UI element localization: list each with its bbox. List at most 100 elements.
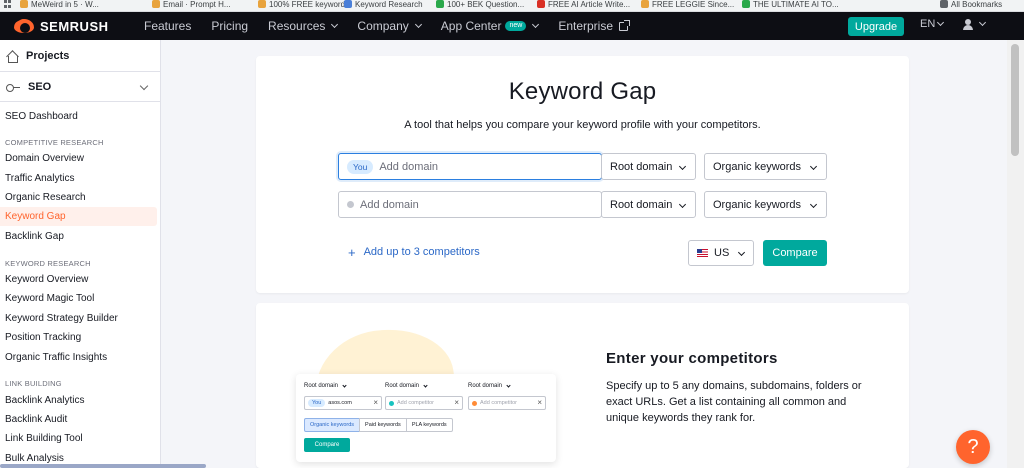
user-menu[interactable] [962, 17, 987, 31]
illustration-label: Root domain [468, 382, 511, 389]
sidebar-item-organic-research[interactable]: Organic Research [0, 188, 157, 207]
close-icon: × [454, 398, 459, 407]
bookmark-favicon-icon [344, 0, 352, 8]
bookmark-8[interactable]: THE ULTIMATE AI TO... [742, 0, 839, 11]
illustration-tab: Paid keywords [359, 418, 407, 432]
nav-app-center[interactable]: App Center new [441, 19, 540, 33]
illustration-input: Add competitor × [468, 396, 546, 410]
chevron-down-icon [331, 20, 339, 29]
chevron-down-icon [342, 382, 347, 388]
chevron-down-icon [423, 382, 428, 388]
your-domain-input[interactable]: You Add domain [338, 153, 602, 180]
illustration-tab: Organic keywords [304, 418, 361, 432]
card2-description: Specify up to 5 any domains, subdomains,… [606, 380, 862, 424]
page-scrollbar[interactable] [1007, 40, 1024, 468]
chevron-down-icon [506, 382, 511, 388]
chevron-down-icon [978, 18, 987, 27]
card2-title: Enter your competitors [606, 350, 778, 367]
semrush-logo[interactable]: SEMRUSH [14, 19, 124, 34]
bookmark-4[interactable]: Keyword Research [344, 0, 423, 11]
seo-toolkit-icon [6, 82, 20, 92]
scrollbar-thumb[interactable] [1011, 44, 1019, 156]
bookmark-favicon-icon [641, 0, 649, 8]
nav-enterprise[interactable]: Enterprise [558, 19, 631, 33]
page-title: Keyword Gap [508, 78, 657, 105]
chevron-down-icon [737, 248, 746, 257]
illustration-label: Root domain [385, 382, 428, 389]
sidebar-item-position-tracking[interactable]: Position Tracking [0, 328, 157, 347]
sidebar-item-backlink-gap[interactable]: Backlink Gap [0, 227, 157, 246]
bookmark-3[interactable]: 100% FREE keyword... [258, 0, 352, 11]
sidebar-horizontal-scrollbar[interactable] [0, 464, 206, 468]
semrush-flame-icon [14, 19, 36, 33]
root-domain-select-1[interactable]: Root domain [601, 153, 696, 180]
help-button[interactable]: ? [956, 430, 990, 464]
illustration-tab: PLA keywords [405, 418, 453, 432]
sidebar-item-domain-overview[interactable]: Domain Overview [0, 149, 157, 168]
sidebar-item-traffic-analytics[interactable]: Traffic Analytics [0, 169, 157, 188]
competitor-dot-icon [389, 400, 394, 406]
illustration-label: Root domain [304, 382, 347, 389]
bookmark-favicon-icon [258, 0, 266, 8]
sidebar-item-link-building-tool[interactable]: Link Building Tool [0, 429, 157, 448]
sidebar-seo[interactable]: SEO [0, 71, 160, 102]
section-link-building: LINK BUILDING [5, 379, 62, 388]
bookmark-favicon-icon [20, 0, 28, 8]
bookmark-favicon-icon [152, 0, 160, 8]
bookmark-favicon-icon [537, 0, 545, 8]
bookmark-1[interactable]: MeWeird in 5 · W... [20, 0, 99, 11]
illustration-input: Add competitor × [385, 396, 463, 410]
plus-icon: + [348, 244, 356, 260]
sidebar-item-keyword-overview[interactable]: Keyword Overview [0, 270, 157, 289]
chevron-down-icon [139, 81, 149, 91]
bookmark-5[interactable]: 100+ BEK Question... [436, 0, 524, 11]
sidebar-item-organic-traffic-insights[interactable]: Organic Traffic Insights [0, 348, 157, 367]
close-icon: × [537, 398, 542, 407]
bookmark-favicon-icon [436, 0, 444, 8]
close-icon: × [373, 398, 378, 407]
section-competitive-research: COMPETITIVE RESEARCH [5, 138, 104, 147]
add-competitors-link[interactable]: + Add up to 3 competitors [348, 244, 480, 260]
all-bookmarks[interactable]: All Bookmarks [940, 0, 1002, 11]
chevron-down-icon [809, 162, 818, 171]
compare-button[interactable]: Compare [763, 240, 827, 266]
bookmark-2[interactable]: Email · Prompt H... [152, 0, 231, 11]
illustration-compare: Compare [304, 438, 350, 452]
chevron-down-icon [678, 162, 687, 171]
chevron-down-icon [937, 18, 945, 27]
competitor-dot-icon [472, 400, 477, 406]
sidebar-projects[interactable]: Projects [0, 40, 160, 71]
illustration-input: You asos.com × [304, 396, 382, 410]
top-navigation: SEMRUSH Features Pricing Resources Compa… [0, 12, 1024, 40]
chevron-down-icon [532, 20, 540, 29]
bookmarks-bar: MeWeird in 5 · W... Email · Prompt H... … [0, 0, 1024, 12]
bookmark-favicon-icon [742, 0, 750, 8]
language-selector[interactable]: EN [920, 18, 945, 30]
sidebar-item-keyword-gap[interactable]: Keyword Gap [0, 207, 157, 226]
nav-pricing[interactable]: Pricing [211, 19, 248, 33]
folder-icon [940, 0, 948, 8]
upgrade-button[interactable]: Upgrade [848, 17, 904, 36]
bookmark-7[interactable]: FREE LEGGIE Since... [641, 0, 734, 11]
sidebar-item-backlink-audit[interactable]: Backlink Audit [0, 410, 157, 429]
keyword-type-select-1[interactable]: Organic keywords [704, 153, 827, 180]
sidebar-item-keyword-strategy-builder[interactable]: Keyword Strategy Builder [0, 309, 157, 328]
section-keyword-research: KEYWORD RESEARCH [5, 259, 91, 268]
user-icon [962, 17, 974, 31]
nav-company[interactable]: Company [357, 19, 422, 33]
country-select[interactable]: US [688, 240, 754, 266]
sidebar-item-backlink-analytics[interactable]: Backlink Analytics [0, 391, 157, 410]
home-icon [6, 50, 18, 63]
sidebar-item-keyword-magic-tool[interactable]: Keyword Magic Tool [0, 289, 157, 308]
competitor-dot-icon [347, 201, 354, 208]
chevron-down-icon [678, 200, 687, 209]
root-domain-select-2[interactable]: Root domain [601, 191, 696, 218]
apps-grid-icon[interactable] [4, 0, 12, 8]
page-subtitle: A tool that helps you compare your keywo… [404, 119, 761, 131]
competitor-domain-input[interactable]: Add domain [338, 191, 602, 218]
nav-features[interactable]: Features [144, 19, 191, 33]
sidebar-item-seo-dashboard[interactable]: SEO Dashboard [0, 107, 157, 126]
nav-resources[interactable]: Resources [268, 19, 339, 33]
keyword-type-select-2[interactable]: Organic keywords [704, 191, 827, 218]
bookmark-6[interactable]: FREE AI Article Write... [537, 0, 630, 11]
